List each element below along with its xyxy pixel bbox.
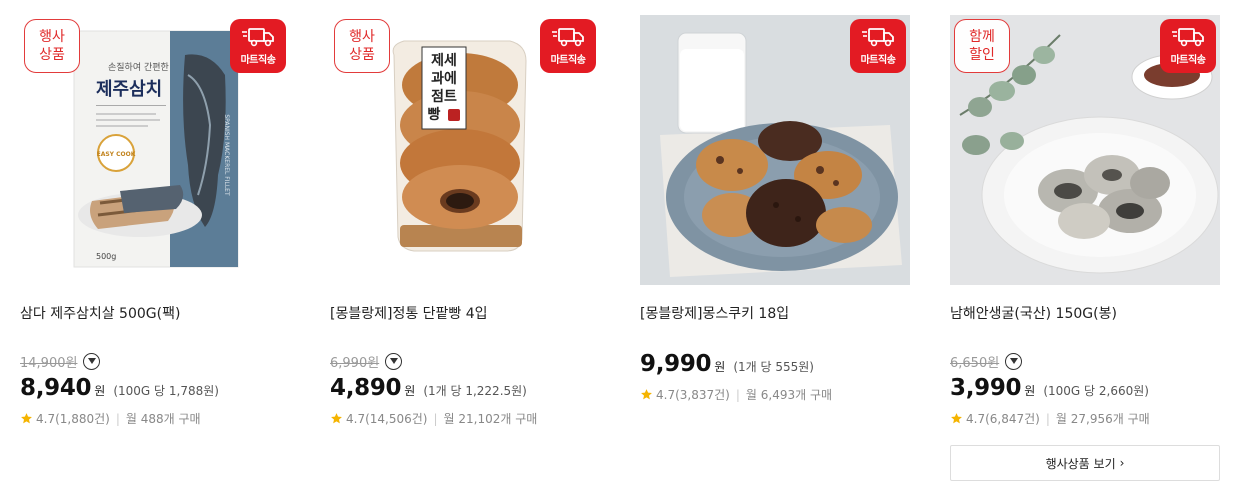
mart-delivery-label: 마트직송 <box>1170 55 1206 66</box>
product-name[interactable]: [몽블랑제]몽스쿠키 18입 <box>640 305 910 345</box>
divider: | <box>735 387 740 402</box>
product-card: 함께할인 마트직송 남해안생굴(국산) 150G(봉) 6,650원 3,990… <box>950 15 1220 427</box>
product-name[interactable]: [몽블랑제]정통 단팥빵 4입 <box>330 305 600 345</box>
package-weight-text: 500g <box>96 252 116 261</box>
star-icon <box>641 389 652 400</box>
rating-text: 4.7(3,837건) <box>656 388 730 402</box>
price-row: 9,990 원 (1개 당 555원) <box>640 351 910 377</box>
rating-row: 4.7(6,847건) | 월 27,956개 구매 <box>950 410 1220 427</box>
label-line-2: 과에 <box>431 71 457 87</box>
divider: | <box>115 411 120 426</box>
rating-text: 4.7(14,506건) <box>346 412 428 426</box>
label-line-3: 점트 <box>431 88 457 105</box>
product-card: 제세 과에 점트 빵 행사상품 마트직송 [몽블랑제]정통 단팥빵 4입 6,9… <box>330 15 600 427</box>
promo-badge-line2: 할인 <box>969 47 995 63</box>
original-price-row: 6,990원 <box>330 351 600 371</box>
rating-row: 4.7(3,837건) | 월 6,493개 구매 <box>640 386 910 403</box>
currency-label: 원 <box>714 360 726 374</box>
chevron-down-icon <box>1009 358 1018 364</box>
price-row: 3,990 원 (100G 당 2,660원) <box>950 375 1220 401</box>
product-image[interactable]: 마트직송 <box>640 15 910 285</box>
currency-label: 원 <box>1024 384 1036 398</box>
chevron-down-icon <box>87 358 96 364</box>
price-row: 8,940 원 (100G 당 1,788원) <box>20 375 290 401</box>
product-card: 마트직송 [몽블랑제]몽스쿠키 18입 9,990 원 (1개 당 555원) … <box>640 15 910 403</box>
original-price-row: 6,650원 <box>950 351 1220 371</box>
mart-delivery-badge: 마트직송 <box>1160 19 1216 73</box>
promo-badge-line2: 상품 <box>39 47 65 63</box>
original-price: 6,990원 <box>330 355 380 371</box>
divider: | <box>1045 411 1050 426</box>
star-icon <box>21 413 32 424</box>
price-info-button[interactable] <box>83 352 101 370</box>
promo-badge-line1: 행사 <box>349 29 375 45</box>
unit-price: (100G 당 2,660원) <box>1043 384 1149 398</box>
mart-delivery-badge: 마트직송 <box>540 19 596 73</box>
mart-delivery-label: 마트직송 <box>550 55 586 66</box>
promo-badge-line1: 함께 <box>969 29 995 45</box>
product-image[interactable]: 손질하여 간편한 제주삼치 EASY COOK SPANISH MACKEREL… <box>20 15 290 285</box>
chevron-right-icon: › <box>1119 456 1125 470</box>
view-promo-products-button[interactable]: 행사상품 보기 › <box>950 445 1220 481</box>
product-image[interactable]: 함께할인 마트직송 <box>950 15 1220 285</box>
promo-badge: 행사상품 <box>334 19 390 73</box>
star-icon <box>331 413 342 424</box>
monthly-purchases: 월 21,102개 구매 <box>443 412 538 426</box>
mart-delivery-label: 마트직송 <box>240 55 276 66</box>
promo-badge: 행사상품 <box>24 19 80 73</box>
truck-icon <box>1172 28 1204 47</box>
unit-price: (1개 당 1,222.5원) <box>423 384 527 398</box>
mart-delivery-badge: 마트직송 <box>230 19 286 73</box>
original-price: 6,650원 <box>950 355 1000 371</box>
package-side-text: SPANISH MACKEREL FILLET <box>223 114 230 196</box>
product-card: 손질하여 간편한 제주삼치 EASY COOK SPANISH MACKEREL… <box>20 15 290 427</box>
mart-delivery-label: 마트직송 <box>860 55 896 66</box>
chevron-down-icon <box>389 358 398 364</box>
rating-row: 4.7(1,880건) | 월 488개 구매 <box>20 410 290 427</box>
original-price-row: 14,900원 <box>20 351 290 371</box>
monthly-purchases: 월 27,956개 구매 <box>1055 412 1150 426</box>
currency-label: 원 <box>404 384 416 398</box>
monthly-purchases: 월 6,493개 구매 <box>745 388 833 402</box>
promo-badge-line1: 행사 <box>39 29 65 45</box>
monthly-purchases: 월 488개 구매 <box>125 412 201 426</box>
promo-badge-line2: 상품 <box>349 47 375 63</box>
sale-price: 8,940 <box>20 375 92 401</box>
rating-row: 4.7(14,506건) | 월 21,102개 구매 <box>330 410 600 427</box>
unit-price: (100G 당 1,788원) <box>113 384 219 398</box>
price-info-button[interactable] <box>385 352 403 370</box>
currency-label: 원 <box>94 384 106 398</box>
truck-icon <box>552 28 584 47</box>
product-name[interactable]: 남해안생굴(국산) 150G(봉) <box>950 305 1220 345</box>
star-icon <box>951 413 962 424</box>
original-price: 14,900원 <box>20 355 78 371</box>
divider: | <box>433 411 438 426</box>
price-row: 4,890 원 (1개 당 1,222.5원) <box>330 375 600 401</box>
truck-icon <box>862 28 894 47</box>
rating-text: 4.7(6,847건) <box>966 412 1040 426</box>
package-title-text: 제주삼치 <box>96 79 162 100</box>
sale-price: 9,990 <box>640 351 712 377</box>
label-line-1: 제세 <box>431 53 457 69</box>
product-name[interactable]: 삼다 제주삼치살 500G(팩) <box>20 305 290 345</box>
sale-price: 3,990 <box>950 375 1022 401</box>
label-line-4: 빵 <box>428 107 441 123</box>
mart-delivery-badge: 마트직송 <box>850 19 906 73</box>
price-info-button[interactable] <box>1005 352 1023 370</box>
truck-icon <box>242 28 274 47</box>
unit-price: (1개 당 555원) <box>733 360 814 374</box>
view-promo-products-label: 행사상품 보기 <box>1045 456 1116 471</box>
sale-price: 4,890 <box>330 375 402 401</box>
rating-text: 4.7(1,880건) <box>36 412 110 426</box>
easy-cook-badge: EASY COOK <box>97 151 136 158</box>
package-script-text: 손질하여 간편한 <box>108 61 169 73</box>
promo-badge: 함께할인 <box>954 19 1010 73</box>
product-image[interactable]: 제세 과에 점트 빵 행사상품 마트직송 <box>330 15 600 285</box>
